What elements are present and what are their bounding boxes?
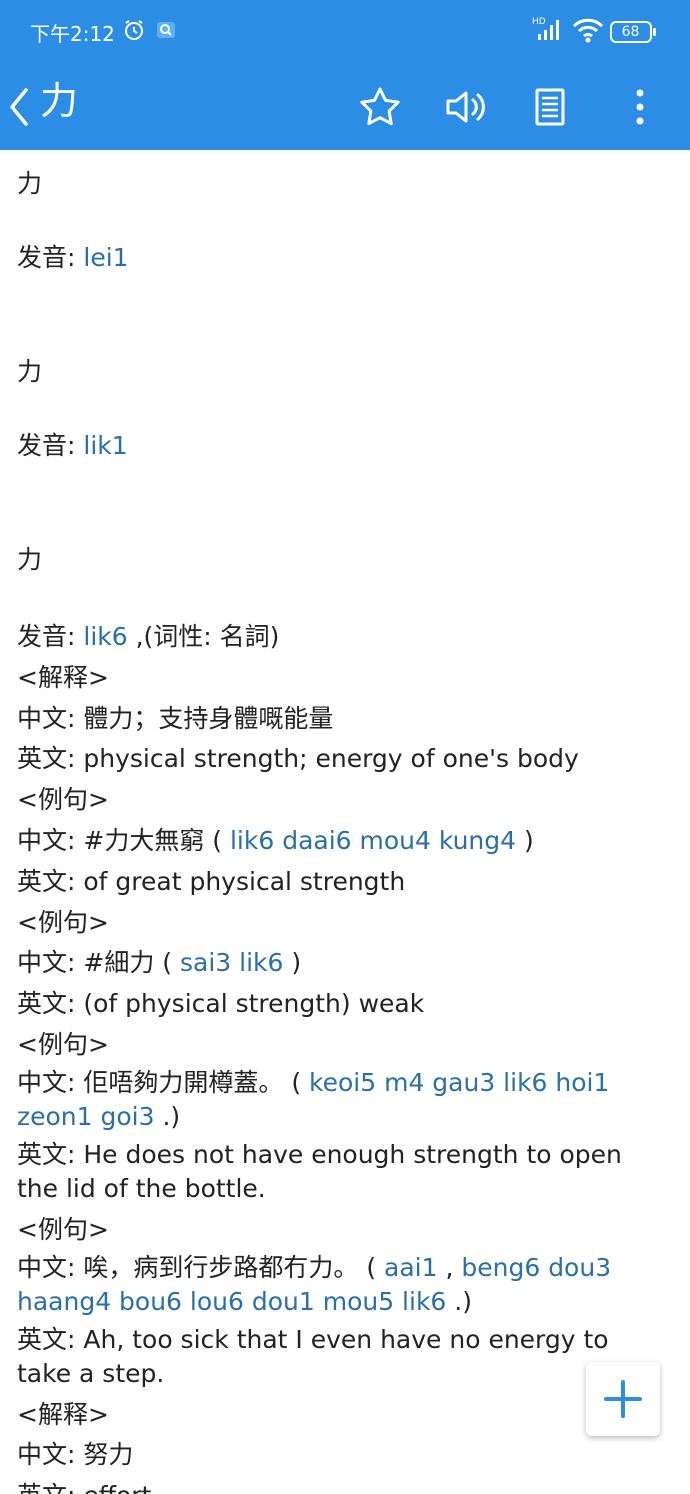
example-label: <例句> bbox=[17, 1029, 109, 1059]
signal-icon: HD bbox=[532, 14, 566, 44]
wifi-icon bbox=[572, 16, 604, 44]
app-notification-icon bbox=[154, 18, 178, 42]
example-zh: 中文: 唉，病到行步路都冇力。 ( aai1 , beng6 dou3 haan… bbox=[17, 1252, 612, 1316]
jyutping-link[interactable]: lik1 bbox=[83, 431, 127, 460]
battery-icon: 68 bbox=[610, 19, 658, 45]
star-icon bbox=[360, 87, 400, 126]
speaker-icon bbox=[446, 91, 485, 123]
favorite-button[interactable] bbox=[354, 81, 406, 133]
notes-button[interactable] bbox=[524, 81, 576, 133]
example-label: <例句> bbox=[17, 785, 109, 815]
jyutping-link[interactable]: aai1 bbox=[384, 1253, 438, 1282]
add-button[interactable] bbox=[586, 1362, 660, 1436]
example-en: 英文: Ah, too sick that I even have no ene… bbox=[17, 1324, 609, 1388]
explain-label: <解释> bbox=[17, 1399, 109, 1429]
example-label: <例句> bbox=[17, 907, 109, 937]
definition-en: 英文: effort bbox=[17, 1476, 667, 1494]
example-en: 英文: (of physical strength) weak bbox=[17, 989, 425, 1019]
plus-icon bbox=[604, 1380, 642, 1418]
jyutping-link[interactable]: sai3 lik6 bbox=[180, 948, 283, 977]
speak-button[interactable] bbox=[440, 81, 492, 133]
example-zh: 中文: #細力 ( sai3 lik6 ) bbox=[17, 948, 302, 978]
network-badge: HD bbox=[532, 17, 546, 27]
entry-pronunciation: 发音: lik6 ,(词性: 名詞) bbox=[17, 622, 280, 651]
entry-pronunciation: 发音: lei1 bbox=[17, 243, 129, 272]
definition-zh: 中文: 體力；支持身體嘅能量 bbox=[17, 703, 334, 733]
example-zh: 中文: 佢唔夠力開樽蓋。 ( keoi5 m4 gau3 lik6 hoi1 z… bbox=[17, 1067, 610, 1131]
document-icon bbox=[535, 88, 565, 126]
jyutping-link[interactable]: lik6 bbox=[83, 622, 127, 651]
definition-zh: 中文: 努力 bbox=[17, 1440, 134, 1470]
page-title: 力 bbox=[40, 79, 79, 123]
more-vertical-icon bbox=[636, 89, 644, 125]
alarm-icon bbox=[122, 18, 146, 42]
status-time: 下午2:12 bbox=[30, 22, 115, 46]
battery-level: 68 bbox=[621, 24, 640, 40]
more-options-button[interactable] bbox=[614, 81, 666, 133]
example-en: 英文: of great physical strength bbox=[17, 866, 406, 896]
jyutping-link[interactable]: lei1 bbox=[83, 243, 128, 272]
definition-en: 英文: physical strength; energy of one's b… bbox=[17, 744, 579, 774]
entry-headword: 力 bbox=[17, 357, 43, 386]
example-zh: 中文: #力大無窮 ( lik6 daai6 mou4 kung4 ) bbox=[17, 825, 534, 855]
explain-label: <解释> bbox=[17, 662, 109, 692]
back-button[interactable] bbox=[4, 82, 40, 132]
entry-headword: 力 bbox=[17, 545, 43, 574]
entry-pronunciation: 发音: lik1 bbox=[17, 431, 128, 460]
example-label: <例句> bbox=[17, 1214, 109, 1244]
entry-detail: 发音: lik6 ,(词性: 名詞) <解释> 中文: 體力；支持身體嘅能量 英… bbox=[17, 617, 667, 1494]
example-en: 英文: He does not have enough strength to … bbox=[17, 1139, 622, 1203]
dictionary-content: 力 发音: lei1 力 发音: lik1 力 发音: lik6 ,(词性: 名… bbox=[17, 150, 667, 1494]
entry-headword: 力 bbox=[17, 169, 43, 198]
jyutping-link[interactable]: lik6 daai6 mou4 kung4 bbox=[230, 826, 516, 855]
status-bar: 下午2:12 HD 68 bbox=[0, 0, 690, 64]
app-bar: 力 bbox=[0, 64, 690, 150]
